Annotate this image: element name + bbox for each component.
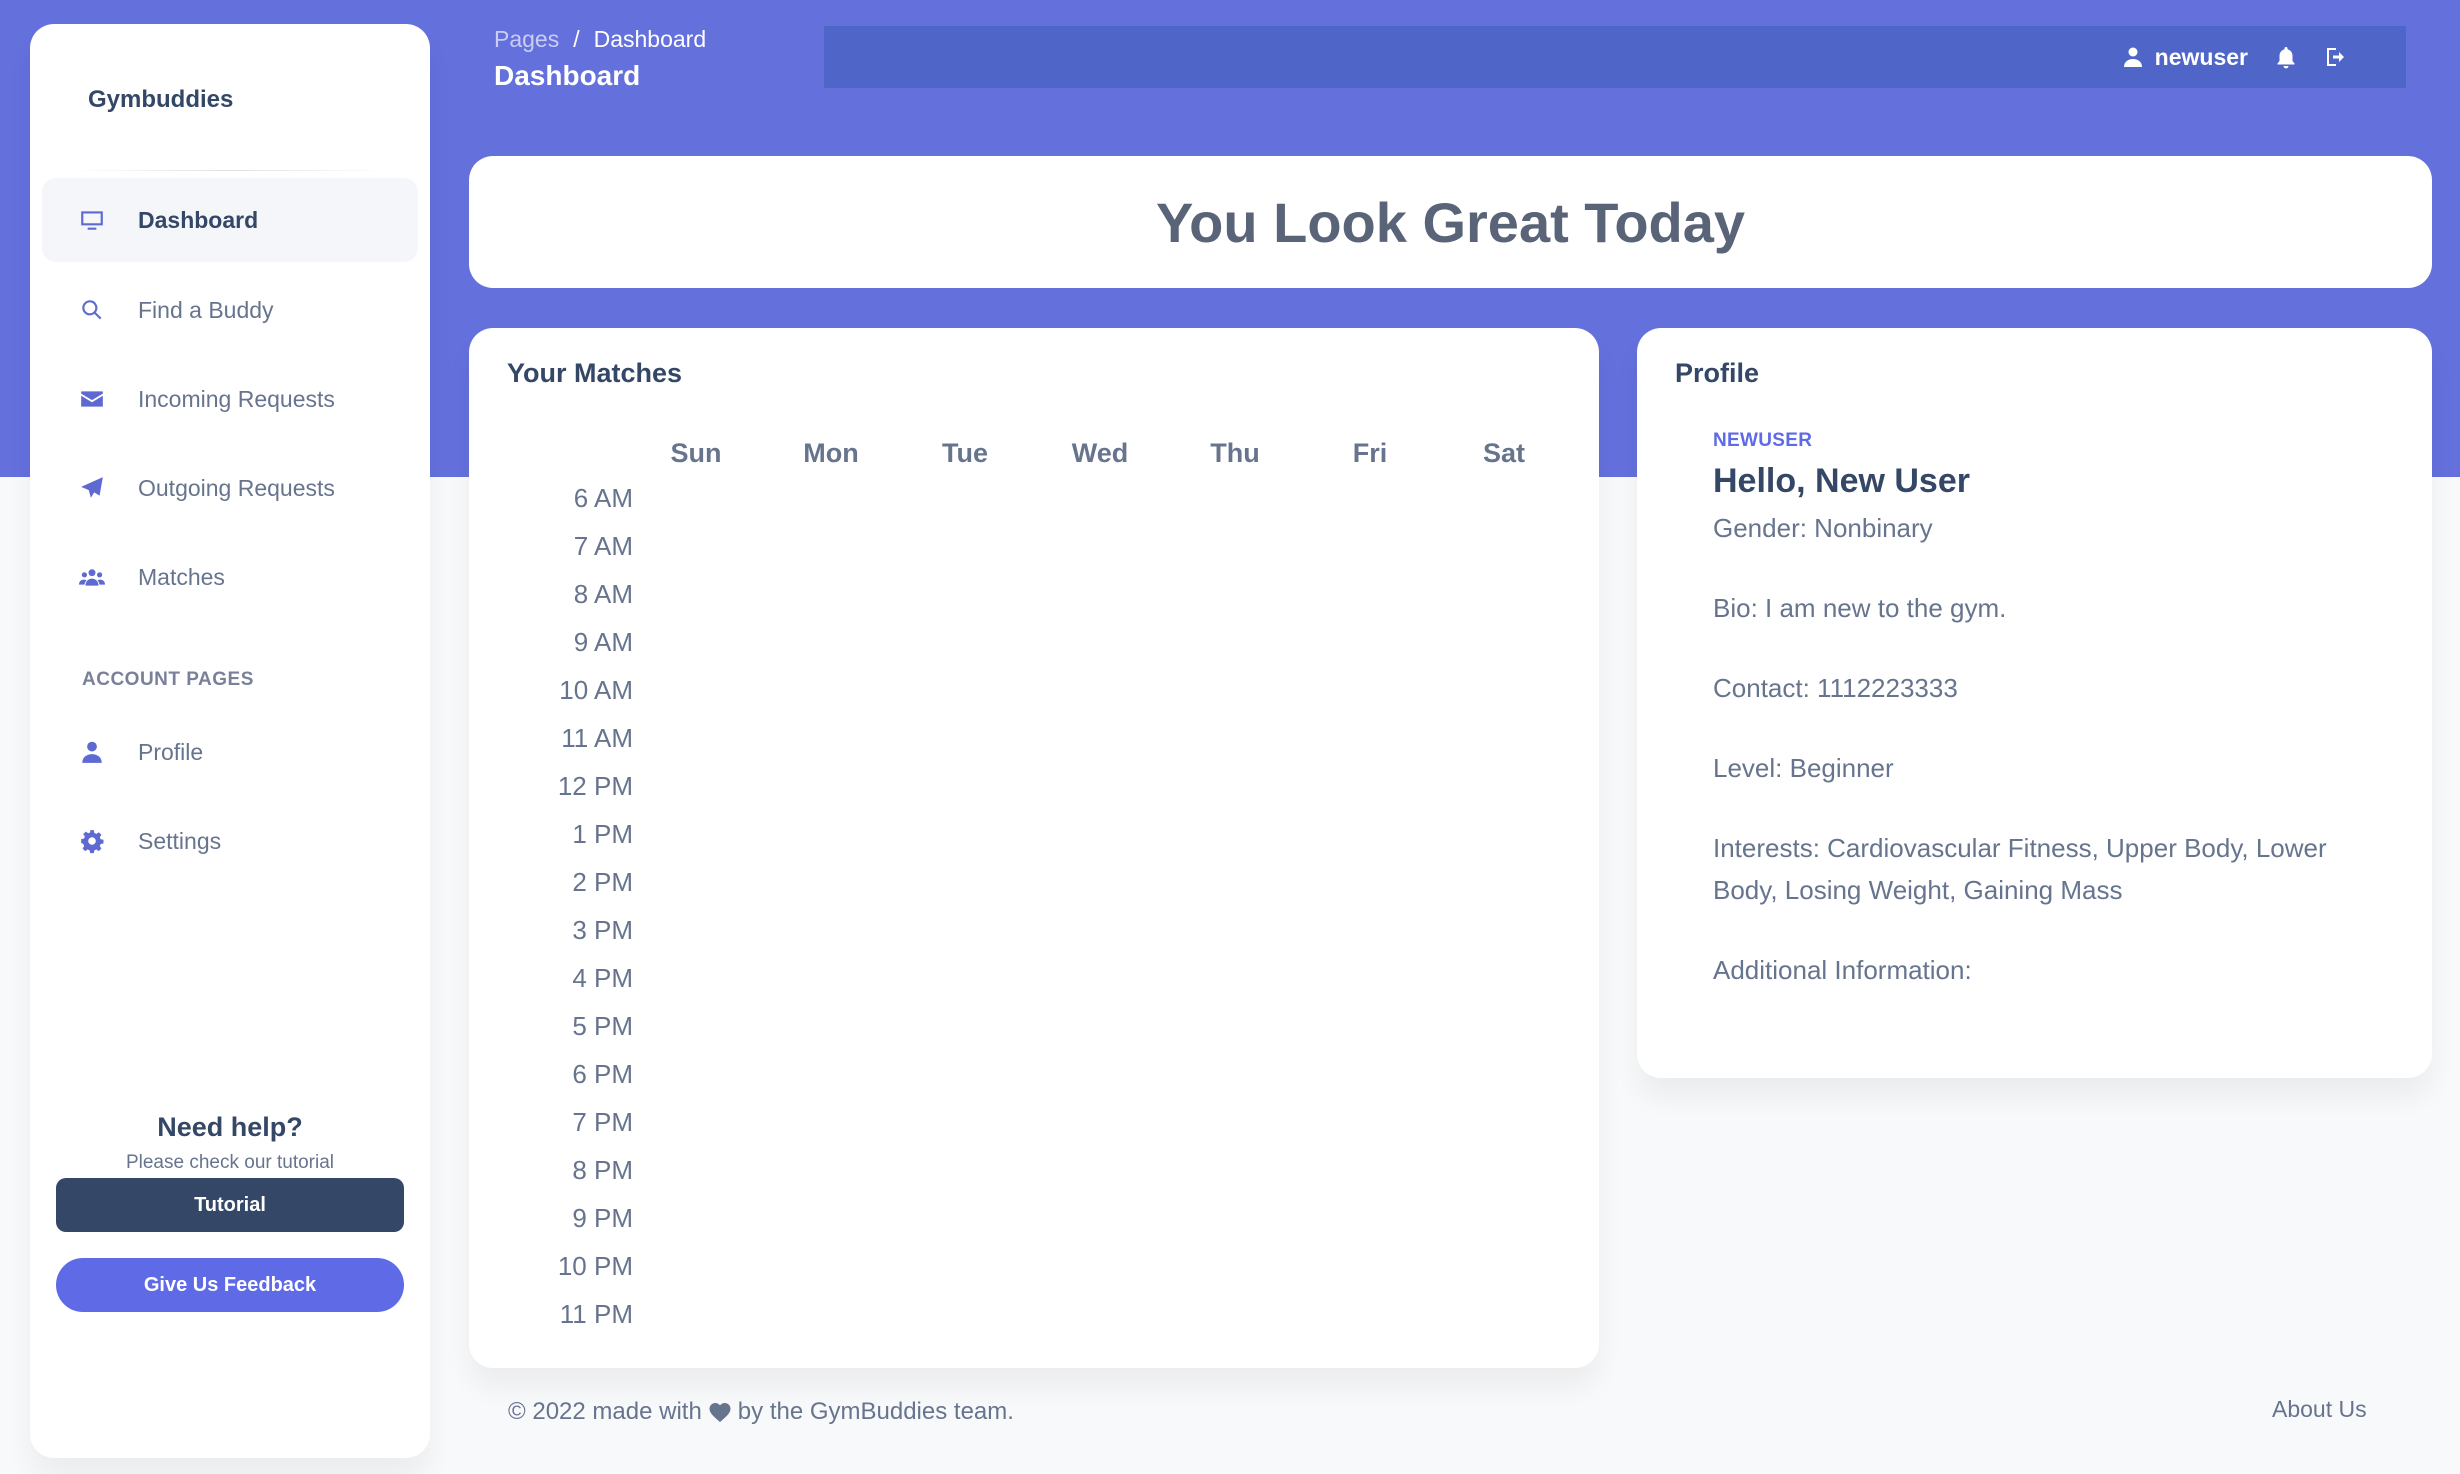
breadcrumb-current: Dashboard (593, 26, 707, 52)
sidebar-item-label: Dashboard (138, 206, 259, 233)
sidebar-item-outgoing-requests[interactable]: Outgoing Requests (42, 446, 418, 530)
user-menu-link[interactable]: newuser (2121, 44, 2248, 71)
profile-contact: Contact: 1112223333 (1713, 673, 1958, 703)
matches-title: Your Matches (507, 358, 683, 388)
day-header: Fri (1352, 438, 1388, 468)
sidebar-item-find-a-buddy[interactable]: Find a Buddy (42, 268, 418, 352)
time-label: 3 PM (572, 915, 633, 945)
envelope-icon (72, 379, 112, 419)
greeting-banner: You Look Great Today (469, 156, 2432, 288)
profile-interests: Interests: Cardiovascular Fitness, Upper… (1713, 833, 2327, 905)
time-label: 2 PM (572, 867, 633, 897)
breadcrumb-separator: / (573, 26, 580, 52)
sidebar-item-incoming-requests[interactable]: Incoming Requests (42, 357, 418, 441)
sidebar-item-label: Find a Buddy (138, 296, 274, 323)
time-label: 9 PM (572, 1203, 633, 1233)
time-label: 8 PM (572, 1155, 633, 1185)
gear-icon (72, 821, 112, 861)
username-label: newuser (2154, 43, 2248, 70)
time-label: 9 AM (573, 627, 633, 657)
search-icon (72, 290, 112, 330)
matches-card: Your Matches Sun Mon Tue Wed Thu Fri Sat… (469, 328, 1599, 1368)
time-label: 11 AM (561, 723, 633, 753)
users-icon (72, 557, 112, 597)
section-title-account-pages: ACCOUNT PAGES (82, 669, 254, 690)
time-label: 12 PM (557, 771, 633, 801)
help-title: Need help? (157, 1112, 303, 1142)
footer-copyright: © 2022 made with by the GymBuddies team. (508, 1398, 1014, 1426)
time-label: 8 AM (573, 579, 633, 609)
sidebar-item-matches[interactable]: Matches (42, 535, 418, 619)
time-label: 5 PM (572, 1011, 633, 1041)
time-label: 7 AM (573, 531, 633, 561)
sidebar-item-label: Settings (138, 827, 222, 854)
time-label: 1 PM (572, 819, 633, 849)
feedback-button[interactable]: Give Us Feedback (56, 1258, 404, 1312)
breadcrumb: Pages / Dashboard (494, 26, 706, 53)
profile-username: NEWUSER (1713, 430, 1813, 451)
profile-title: Profile (1675, 358, 1760, 388)
footer-prefix: © 2022 made with (508, 1398, 702, 1425)
day-header: Sun (670, 438, 722, 468)
profile-additional-info: Additional Information: (1713, 955, 1972, 985)
logout-icon (2327, 48, 2344, 66)
logout-button[interactable] (2324, 45, 2348, 69)
sidebar-item-dashboard[interactable]: Dashboard (42, 178, 418, 262)
day-header: Tue (942, 438, 988, 468)
time-label: 10 PM (557, 1251, 633, 1281)
profile-level: Level: Beginner (1713, 753, 1894, 783)
top-navbar: newuser (824, 26, 2406, 88)
profile-bio: Bio: I am new to the gym. (1713, 593, 2007, 623)
breadcrumb-pages[interactable]: Pages (494, 26, 559, 53)
sidebar-item-label: Profile (138, 738, 204, 765)
user-area: newuser (2121, 26, 2348, 88)
day-header: Thu (1210, 438, 1260, 468)
page-title: Dashboard (494, 60, 641, 91)
greeting-text: You Look Great Today (1155, 190, 1746, 254)
sidebar-item-settings[interactable]: Settings (42, 799, 418, 883)
sidebar-divider (70, 170, 390, 171)
heart-icon (709, 1403, 731, 1422)
profile-gender: Gender: Nonbinary (1713, 513, 1933, 543)
sidebar: Gymbuddies Dashboard Find a Buddy Incomi… (30, 24, 430, 1458)
user-icon (2123, 47, 2142, 67)
time-label: 10 AM (559, 675, 633, 705)
monitor-icon (72, 200, 112, 240)
day-header: Wed (1071, 438, 1129, 468)
sidebar-item-label: Outgoing Requests (138, 474, 335, 501)
day-header: Sat (1482, 438, 1526, 468)
bell-icon (2277, 47, 2295, 69)
day-header: Mon (803, 438, 859, 468)
time-label: 6 AM (573, 483, 633, 513)
footer-suffix: by the GymBuddies team. (737, 1398, 1014, 1425)
profile-card: Profile NEWUSER Hello, New User Gender: … (1637, 328, 2432, 1078)
about-us-link[interactable]: About Us (2272, 1396, 2367, 1423)
user-icon (72, 732, 112, 772)
help-subtitle: Please check our tutorial (125, 1152, 335, 1173)
time-label: 11 PM (559, 1299, 633, 1329)
sidebar-item-profile[interactable]: Profile (42, 710, 418, 794)
notifications-button[interactable] (2274, 45, 2298, 69)
profile-body: NEWUSER Hello, New User Gender: Nonbinar… (1713, 430, 2373, 991)
sidebar-item-label: Incoming Requests (138, 385, 335, 412)
profile-greeting: Hello, New User (1713, 462, 1970, 500)
brand-logo[interactable]: Gymbuddies (88, 86, 233, 114)
time-label: 6 PM (572, 1059, 633, 1089)
time-label: 7 PM (572, 1107, 633, 1137)
sidebar-item-label: Matches (138, 563, 225, 590)
tutorial-button[interactable]: Tutorial (56, 1178, 404, 1232)
paper-plane-icon (72, 468, 112, 508)
time-label: 4 PM (572, 963, 633, 993)
